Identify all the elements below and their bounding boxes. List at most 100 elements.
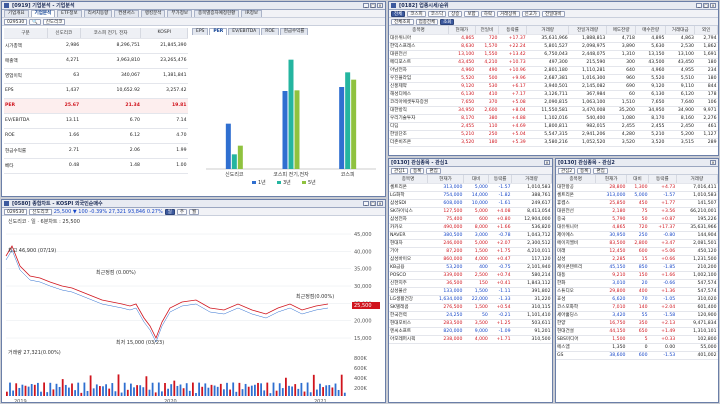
table-row[interactable]: 해성디에스 6,130 410 +7.17 3,126,711 367,984 60 6,13… [389, 90, 718, 99]
code-input[interactable]: 029530 [4, 208, 28, 215]
list-item[interactable]: 세아홀딩스 3,420 55 -1.58 120,900 [556, 311, 718, 320]
menu-tab[interactable]: 기업분석 [30, 10, 56, 17]
title-bar[interactable]: [0182] 업종시세/순위 _ □ × [389, 2, 718, 10]
table-row[interactable]: 한일단조 5,210 250 +5.04 5,547,315 2,941,206 4,280… [389, 130, 718, 139]
menu-tab[interactable]: 리서치동향 [83, 10, 113, 17]
list-item[interactable]: 기아 87,200 1,500 +1.75 4,210,011 [389, 247, 552, 256]
chart-tab[interactable]: PER [209, 28, 228, 35]
list-item[interactable]: 스튜디오 29,800 400 +1.36 547,574 [556, 287, 718, 296]
table-row[interactable]: 대한방직 34,950 2,600 +8.04 11,550,581 3,470,008 3… [389, 106, 718, 115]
list-item[interactable]: 셀트리온 313,000 5,000 -1.57 1,010,583 [556, 191, 718, 200]
list-item[interactable]: NAVER 380,500 3,000 -0.78 1,043,712 [389, 231, 552, 240]
table-row[interactable]: 메디포스트 43,450 4,210 +10.73 497,300 215,590 300 4… [389, 58, 718, 67]
filter-button[interactable]: 전일대비 [541, 10, 565, 17]
maximize-icon[interactable]: □ [370, 3, 376, 8]
list-item[interactable]: 휴켐스 25,850 450 +1.77 141,507 [556, 199, 718, 208]
minimize-icon[interactable]: _ [363, 201, 369, 206]
list-item[interactable]: 효성 6,620 70 -1.05 310,020 [556, 295, 718, 304]
list-item[interactable]: 현대차 246,000 5,000 +2.07 2,300,512 [389, 239, 552, 248]
close-icon[interactable]: × [377, 3, 383, 8]
chart-tab[interactable]: 현금수익률 [279, 28, 309, 35]
list-item[interactable]: 엔씨소프트 820,000 9,000 -1.09 91,201 [389, 327, 552, 336]
register-button[interactable]: 등록 [410, 167, 425, 174]
group-select[interactable]: 관심1 [391, 167, 409, 174]
list-item[interactable]: 한양 16,750 350 +2.13 9,471,834 [556, 319, 718, 328]
name-input[interactable]: 신도리코 [29, 208, 52, 215]
edit-button[interactable]: 편집 [593, 167, 608, 174]
list-item[interactable]: 대동 9,210 150 +1.66 1,002,100 [556, 271, 718, 280]
close-icon[interactable]: × [710, 160, 716, 165]
table-row[interactable]: 아남전자 4,960 490 +10.96 2,801,180 1,110,281 640 4… [389, 66, 718, 75]
list-item[interactable]: 코스모화학 7,010 140 +2.04 601,400 [556, 303, 718, 312]
query-button[interactable]: 조회 [440, 18, 455, 25]
table-row[interactable]: 한익스프레스 8,630 1,570 +22.24 5,801,527 2,098,975… [389, 42, 718, 51]
register-button[interactable]: 등록 [577, 167, 592, 174]
menu-tab[interactable]: 컨센서스 [114, 10, 139, 17]
list-item[interactable]: 현대모비스 283,500 3,500 +1.25 503,611 [389, 319, 552, 328]
filter-button[interactable]: 코스닥 [427, 10, 447, 17]
list-item[interactable]: POSCO 339,000 2,500 +0.74 580,214 [389, 271, 552, 280]
list-item[interactable]: KB금융 53,200 400 -0.75 2,101,940 [389, 263, 552, 272]
filter-button[interactable]: 상승 [448, 10, 463, 17]
list-item[interactable]: LG화학 754,000 14,000 -1.82 388,761 [389, 191, 552, 200]
menu-tab[interactable]: ETF정보 [57, 10, 82, 17]
minimize-icon[interactable]: _ [696, 3, 702, 8]
title-bar[interactable]: [0919] 기업분석 - 기업분석 _ □ × [2, 2, 385, 10]
list-item[interactable]: 삼성물산 133,000 1,500 -1.11 391,802 [389, 287, 552, 296]
filter-button[interactable]: 거래상위 [496, 10, 520, 17]
chart-tab[interactable]: ROE [261, 28, 279, 35]
period-week-button[interactable]: 주 [176, 208, 188, 215]
list-item[interactable]: 신한지주 36,500 150 +0.41 1,843,112 [389, 279, 552, 288]
menu-tab[interactable]: 기업개요 [4, 10, 29, 17]
table-row[interactable]: 신풍제약 9,120 530 +6.17 3,940,501 2,145,082 690 9,… [389, 82, 718, 91]
list-item[interactable]: 한화 3,010 20 -0.66 547,574 [556, 279, 718, 288]
table-row[interactable]: 디딤 2,455 110 +4.69 1,800,811 982,015 2,455 2,45… [389, 122, 718, 131]
list-item[interactable]: SK텔레콤 276,500 1,500 +0.54 310,115 [389, 303, 552, 312]
table-row[interactable]: 우리기술투자 8,170 380 +4.88 1,102,016 540,400 1,080… [389, 114, 718, 123]
table-row[interactable]: 대원전선 13,100 1,550 +13.42 6,750,043 2,448,075 1… [389, 50, 718, 59]
table-row[interactable]: 더존비즈온 3,520 180 +5.39 3,580,216 1,052,520 3,52… [389, 138, 718, 147]
filter-button[interactable]: 전체 [391, 10, 406, 17]
filter-button[interactable]: 하락 [480, 10, 495, 17]
filter-button[interactable]: 코스피 [407, 10, 426, 17]
name-input[interactable]: 신도리코 [42, 18, 66, 25]
period-month-button[interactable]: 월 [189, 208, 200, 215]
list-item[interactable]: 에스엠 1,350 0 0.00 55,000 [556, 343, 718, 352]
list-item[interactable]: LG생활건강 1,634,000 22,000 -1.33 31,220 [389, 295, 552, 304]
group-select[interactable]: 관심2 [558, 167, 576, 174]
chart-tab[interactable]: EV/EBITDA [228, 28, 261, 35]
price-chart[interactable]: 신도리코 · 일 · 6분차트 : 25,500 45,000 40,000 35,0… [2, 216, 385, 402]
table-row[interactable]: 대유위니아 4,865 720 +17.37 35,631,966 1,888,813 4,… [389, 34, 718, 43]
list-item[interactable]: 셀트리온 313,000 5,000 -1.57 1,010,583 [389, 183, 552, 192]
list-item[interactable]: SK하이닉스 127,500 5,000 +4.08 8,413,054 [389, 207, 552, 216]
menu-tab[interactable]: IR정보 [241, 10, 262, 17]
menu-tab[interactable]: 종목별증자예정현황 [193, 10, 240, 17]
filter-button[interactable]: 신고가 [521, 10, 540, 17]
close-icon[interactable]: × [544, 160, 550, 165]
title-bar[interactable]: [0130] 관심종목 - 관심2 × [556, 159, 718, 167]
minimize-icon[interactable]: _ [363, 3, 369, 8]
chart-tab[interactable]: EPS [192, 28, 209, 35]
list-item[interactable]: 에이치엘비 83,500 2,800 +3.47 2,081,501 [556, 239, 718, 248]
menu-tab[interactable]: 부가정보 [167, 10, 192, 17]
list-item[interactable]: 제이콘텐트리 45,150 850 -1.85 210,200 [556, 263, 718, 272]
maximize-icon[interactable]: □ [370, 201, 376, 206]
title-bar[interactable]: [0130] 관심종목 - 관심1 × [389, 159, 552, 167]
list-item[interactable]: GS 38,600 600 -1.53 401,002 [556, 351, 718, 360]
code-input[interactable]: 029530 [4, 18, 28, 25]
edit-button[interactable]: 편집 [426, 167, 441, 174]
list-item[interactable]: 대원전선 2,180 75 +3.56 66,210,001 [556, 207, 718, 216]
market-select[interactable]: 전체조회 [391, 18, 414, 25]
list-item[interactable]: 미래 12,450 600 +5.06 450,120 [556, 247, 718, 256]
search-button[interactable]: 🔍 [29, 18, 41, 25]
close-icon[interactable]: × [377, 201, 383, 206]
list-item[interactable]: 카카오 490,000 8,000 +1.66 536,820 [389, 223, 552, 232]
period-day-button[interactable]: 일 [164, 208, 175, 215]
maximize-icon[interactable]: □ [703, 3, 709, 8]
title-bar[interactable]: [0580] 종합차트 - KOSPI 외국인순매수 _ □ × [2, 200, 385, 208]
list-item[interactable]: 삼성바이오 860,000 4,000 +0.47 117,120 [389, 255, 552, 264]
list-item[interactable]: 중국 5,790 50 +0.87 195,226 [556, 215, 718, 224]
table-row[interactable]: 코리아에셋투자증권 7,650 370 +5.08 2,090,815 1,063,100… [389, 98, 718, 107]
list-item[interactable]: 한국전력 24,250 50 -0.21 1,101,410 [389, 311, 552, 320]
sector-select[interactable]: 업종전체 [415, 18, 439, 25]
